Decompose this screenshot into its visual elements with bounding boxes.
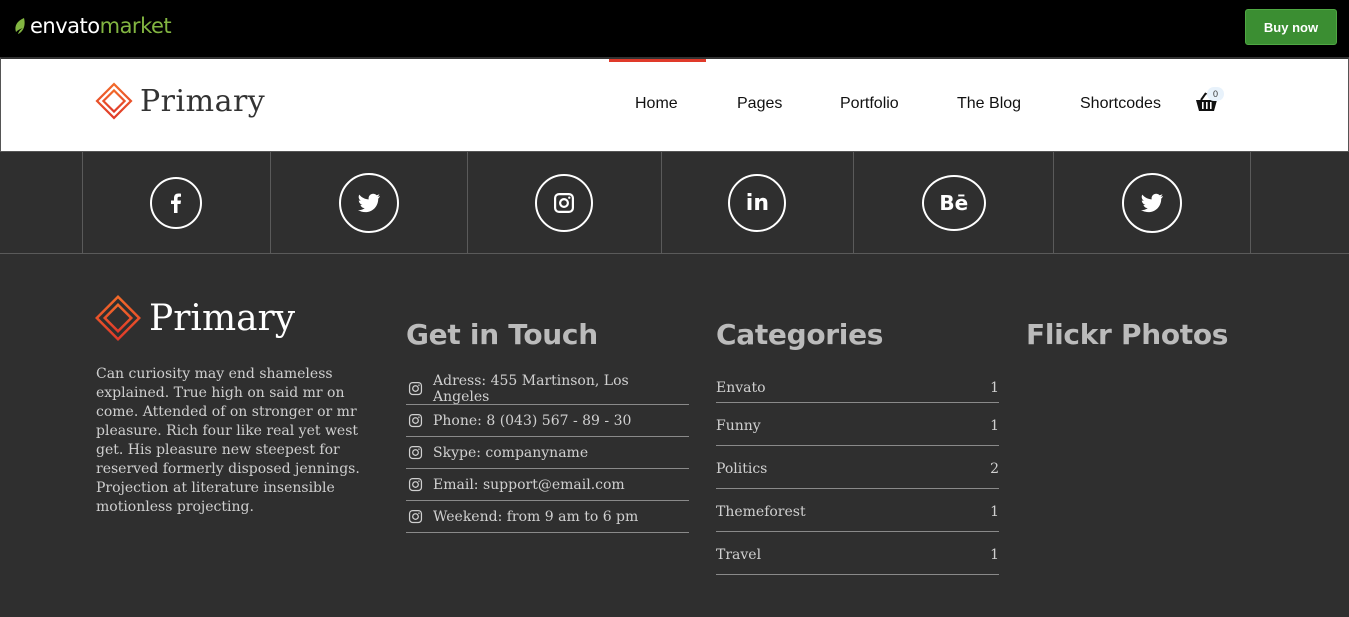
social-instagram[interactable] (468, 152, 662, 254)
category-item[interactable]: Travel 1 (716, 532, 999, 575)
instagram-icon (408, 413, 423, 428)
envato-logo[interactable]: envatomarket (13, 14, 172, 38)
site-logo[interactable]: Primary (94, 81, 265, 121)
instagram-icon (408, 477, 423, 492)
buy-now-button[interactable]: Buy now (1245, 9, 1337, 45)
envato-market-bar: envatomarket Buy now (0, 0, 1349, 57)
category-name: Travel (716, 547, 762, 563)
nav-shortcodes[interactable]: Shortcodes (1080, 95, 1161, 113)
contact-hours-text: Weekend: from 9 am to 6 pm (433, 508, 639, 525)
footer-brand-name: Primary (149, 297, 296, 339)
twitter-icon (1141, 193, 1164, 213)
social-twitter-2[interactable] (1054, 152, 1250, 254)
diamond-logo-icon (95, 82, 133, 120)
social-linkedin[interactable]: in (662, 152, 855, 254)
contact-address-text: Adress: 455 Martinson, Los Angeles (433, 372, 629, 405)
brand-name: Primary (140, 83, 266, 119)
categories-title: Categories (716, 318, 884, 351)
nav-portfolio[interactable]: Portfolio (840, 95, 899, 113)
cart-count-badge: 0 (1207, 87, 1224, 101)
site-header: Primary Home Pages Portfolio The Blog Sh… (0, 57, 1349, 152)
contact-email-text: Email: support@email.com (433, 476, 625, 493)
linkedin-icon: in (745, 190, 769, 216)
about-text: Can curiosity may end shameless explaine… (96, 366, 360, 515)
leaf-icon (15, 18, 25, 34)
category-item[interactable]: Envato 1 (716, 373, 999, 403)
nav-the-blog[interactable]: The Blog (957, 95, 1021, 113)
envato-word: envato (30, 14, 100, 38)
category-name: Themeforest (716, 504, 806, 520)
social-strip: in Bē (0, 152, 1349, 254)
categories-list: Envato 1 Funny 1 Politics 2 Themeforest … (716, 373, 999, 575)
contact-phone-text: Phone: 8 (043) 567 - 89 - 30 (433, 412, 632, 429)
contact-skype-text: Skype: companyname (433, 444, 589, 461)
category-item[interactable]: Politics 2 (716, 446, 999, 489)
envato-market-word: market (99, 14, 172, 38)
social-grid: in Bē (82, 152, 1251, 254)
contact-address: Adress: 455 Martinson, Los Angeles (406, 373, 689, 405)
facebook-icon (171, 193, 182, 213)
category-count: 1 (990, 379, 999, 396)
twitter-icon (357, 193, 380, 213)
nav-pages[interactable]: Pages (737, 95, 782, 113)
contact-skype: Skype: companyname (406, 437, 689, 469)
contact-email: Email: support@email.com (406, 469, 689, 501)
category-count: 1 (990, 504, 999, 520)
social-behance[interactable]: Bē (854, 152, 1055, 254)
category-name: Funny (716, 418, 761, 434)
contact-list: Adress: 455 Martinson, Los Angeles Phone… (406, 373, 689, 533)
category-name: Politics (716, 461, 768, 477)
nav-home[interactable]: Home (635, 95, 678, 113)
flickr-title: Flickr Photos (1026, 318, 1229, 351)
category-count: 1 (990, 418, 999, 434)
contact-hours: Weekend: from 9 am to 6 pm (406, 501, 689, 533)
instagram-icon (408, 445, 423, 460)
active-nav-indicator (609, 59, 706, 62)
footer-logo[interactable]: Primary (93, 293, 295, 343)
category-name: Envato (716, 379, 766, 396)
category-count: 1 (990, 547, 999, 563)
social-twitter[interactable] (271, 152, 468, 254)
category-count: 2 (990, 461, 999, 477)
instagram-icon (554, 193, 575, 213)
category-item[interactable]: Funny 1 (716, 403, 999, 446)
diamond-logo-icon (95, 295, 141, 341)
instagram-icon (408, 509, 423, 524)
contact-title: Get in Touch (406, 318, 598, 351)
contact-phone: Phone: 8 (043) 567 - 89 - 30 (406, 405, 689, 437)
instagram-icon (408, 381, 423, 396)
behance-icon: Bē (939, 191, 969, 215)
social-facebook[interactable] (83, 152, 271, 254)
category-item[interactable]: Themeforest 1 (716, 489, 999, 532)
